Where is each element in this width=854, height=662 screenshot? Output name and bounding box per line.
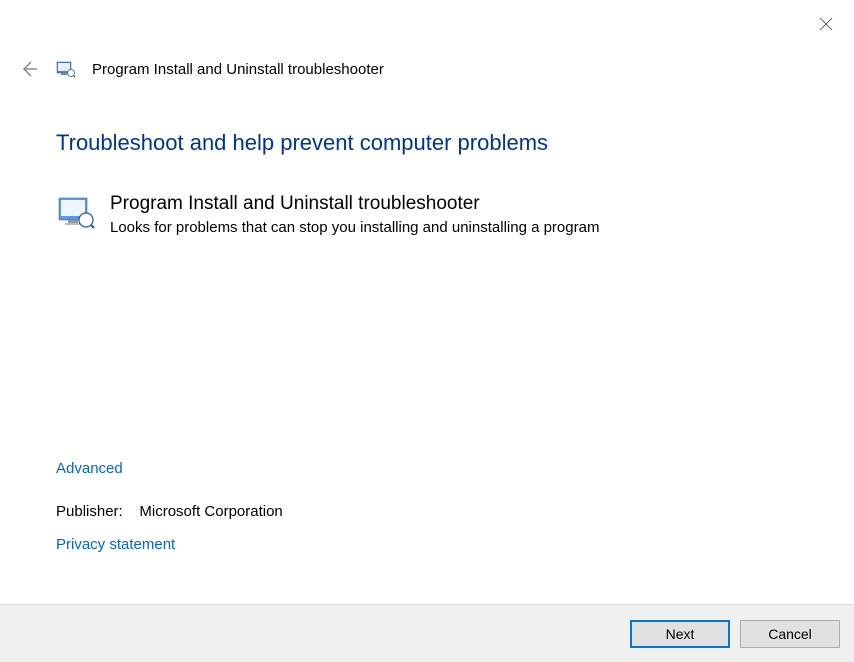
header-title: Program Install and Uninstall troublesho…: [92, 61, 384, 78]
troubleshooter-item-icon: [56, 192, 96, 232]
troubleshooter-item: Program Install and Uninstall troublesho…: [56, 192, 798, 238]
next-button[interactable]: Next: [630, 620, 730, 648]
troubleshooter-item-text: Program Install and Uninstall troublesho…: [110, 192, 798, 238]
publisher-info: Publisher: Microsoft Corporation: [56, 503, 283, 520]
close-button[interactable]: [816, 14, 836, 34]
item-title: Program Install and Uninstall troublesho…: [110, 192, 798, 217]
advanced-link[interactable]: Advanced: [56, 460, 283, 477]
publisher-label: Publisher:: [56, 503, 123, 520]
back-arrow-icon: [19, 59, 39, 79]
publisher-value: Microsoft Corporation: [139, 503, 282, 520]
close-icon: [819, 17, 833, 31]
links-block: Advanced Publisher: Microsoft Corporatio…: [56, 460, 283, 553]
main-content: Troubleshoot and help prevent computer p…: [56, 130, 798, 238]
privacy-link[interactable]: Privacy statement: [56, 536, 283, 553]
item-description: Looks for problems that can stop you ins…: [110, 217, 798, 238]
page-heading: Troubleshoot and help prevent computer p…: [56, 130, 798, 156]
header: Program Install and Uninstall troublesho…: [18, 58, 384, 80]
cancel-button[interactable]: Cancel: [740, 620, 840, 648]
troubleshooter-header-icon: [56, 59, 76, 79]
footer: Next Cancel: [0, 604, 854, 662]
back-button[interactable]: [18, 58, 40, 80]
